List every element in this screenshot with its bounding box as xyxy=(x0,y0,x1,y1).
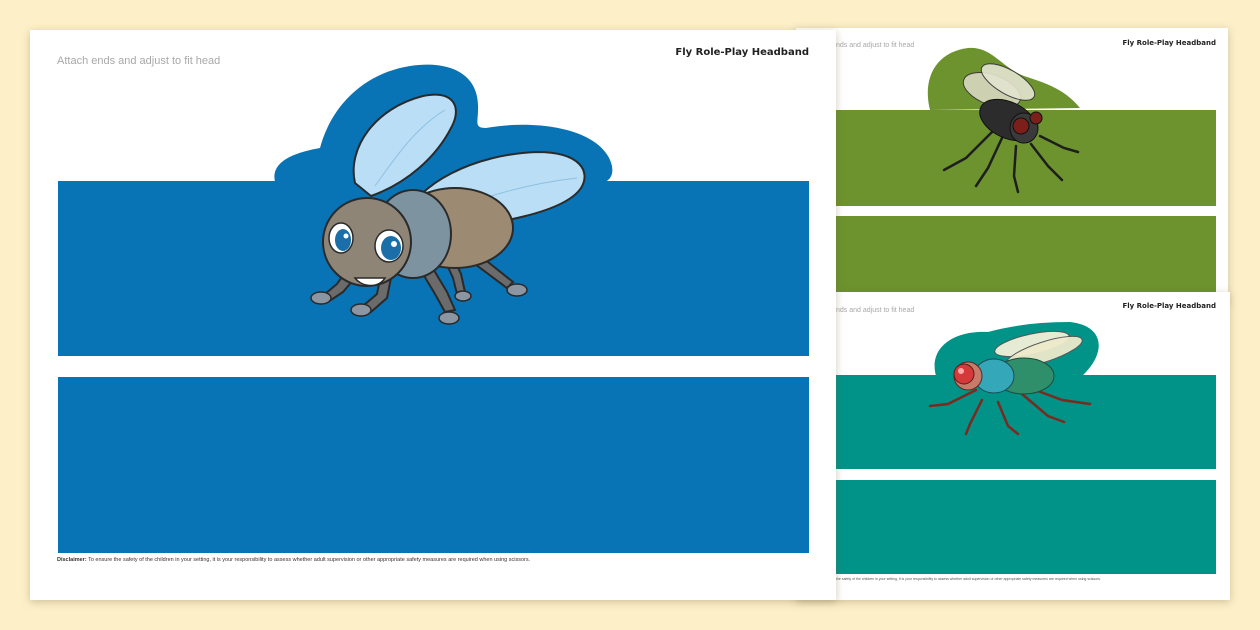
disclaimer-text: the safety of the children in your setti… xyxy=(836,577,1101,581)
green-headband-sheet: nds and adjust to fit head Fly Role-Play… xyxy=(796,28,1228,304)
greenbottle-fly-illustration xyxy=(928,330,1092,436)
headband-strip-bottom xyxy=(836,480,1216,574)
copyright-mark: · xyxy=(745,535,746,539)
disclaimer-body: To ensure the safety of the children in … xyxy=(86,557,531,563)
cartoon-fly-illustration xyxy=(310,93,586,325)
copyright-mark: · xyxy=(1176,564,1177,568)
realistic-fly-illustration xyxy=(942,63,1080,194)
disclaimer-text: Disclaimer: To ensure the safety of the … xyxy=(57,557,530,563)
headband-strip-bottom xyxy=(836,216,1216,304)
disclaimer-label: Disclaimer: xyxy=(57,557,87,563)
headband-strip-bottom xyxy=(58,377,809,553)
blue-headband-sheet: Attach ends and adjust to fit head Fly R… xyxy=(30,30,836,600)
teal-headband-sheet: nds and adjust to fit head Fly Role-Play… xyxy=(796,292,1230,600)
